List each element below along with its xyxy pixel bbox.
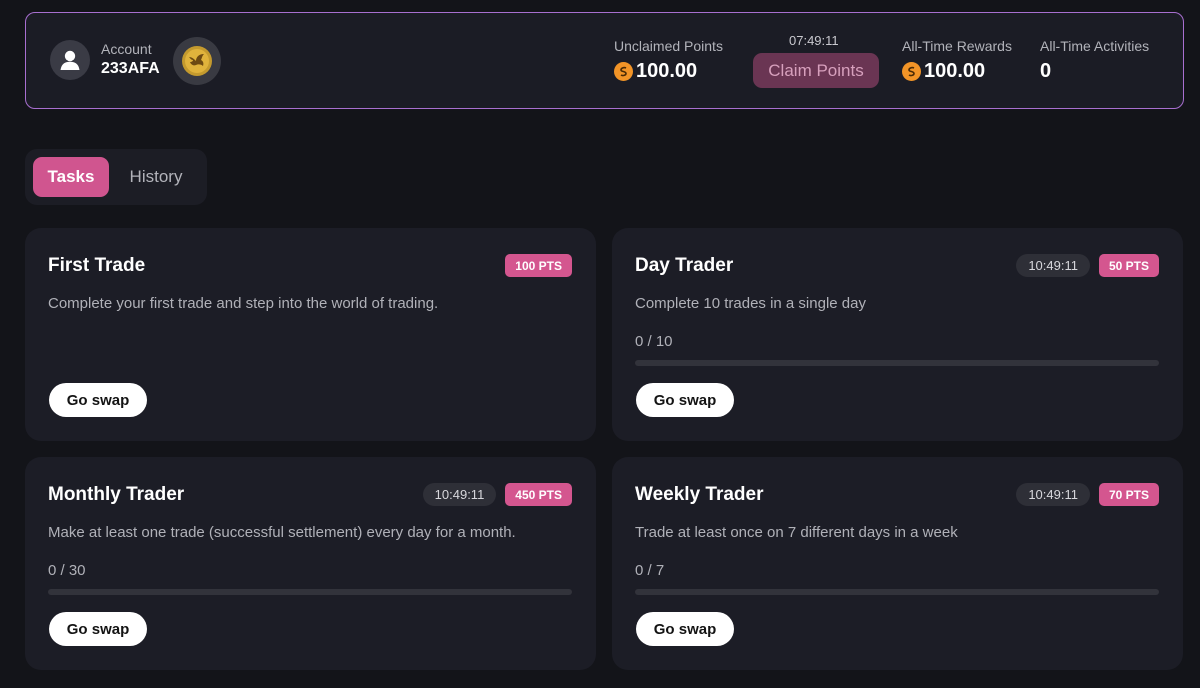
task-badges: 100 PTS — [505, 254, 572, 277]
task-title: Day Trader — [635, 255, 734, 276]
unclaimed-points-value-row: 100.00 — [614, 60, 723, 83]
points-badge: 50 PTS — [1098, 254, 1159, 277]
all-time-activities-value: 0 — [1040, 60, 1052, 82]
bird-emblem-icon — [173, 37, 221, 85]
points-coin-icon — [614, 62, 633, 81]
task-description: Trade at least once on 7 different days … — [635, 524, 958, 541]
task-timer: 10:49:11 — [422, 483, 497, 506]
task-timer: 10:49:11 — [1016, 483, 1090, 506]
account-label: Account — [101, 41, 152, 57]
account-id: 233AFA — [101, 60, 160, 77]
go-swap-button[interactable]: Go swap — [49, 383, 147, 417]
claim-points-button[interactable]: Claim Points — [753, 53, 879, 88]
unclaimed-points-label: Unclaimed Points — [614, 38, 723, 54]
all-time-rewards-label: All-Time Rewards — [902, 38, 1012, 54]
task-title: Monthly Trader — [48, 484, 185, 505]
points-badge: 450 PTS — [505, 483, 572, 506]
tab-bar: Tasks History — [25, 149, 207, 205]
claim-countdown: 07:49:11 — [789, 33, 839, 48]
task-card-day-trader: Day Trader 10:49:11 50 PTS Complete 10 t… — [612, 228, 1183, 441]
progress-text: 0 / 10 — [635, 333, 673, 350]
task-card-first-trade: First Trade 100 PTS Complete your first … — [25, 228, 596, 441]
go-swap-button[interactable]: Go swap — [49, 612, 147, 646]
points-badge: 100 PTS — [505, 254, 572, 277]
progress-bar — [635, 360, 1159, 366]
task-title: Weekly Trader — [635, 484, 764, 505]
user-icon — [50, 40, 90, 80]
go-swap-button[interactable]: Go swap — [636, 612, 734, 646]
unclaimed-points-stat: Unclaimed Points 100.00 — [614, 38, 723, 83]
task-badges: 10:49:11 70 PTS — [1016, 483, 1159, 506]
tab-history[interactable]: History — [117, 157, 195, 197]
task-title: First Trade — [48, 255, 146, 276]
task-description: Complete your first trade and step into … — [48, 295, 439, 312]
all-time-rewards-stat: All-Time Rewards 100.00 — [902, 38, 1012, 83]
all-time-activities-stat: All-Time Activities 0 — [1040, 38, 1149, 83]
progress-text: 0 / 7 — [635, 562, 665, 579]
task-description: Complete 10 trades in a single day — [635, 295, 866, 312]
go-swap-button[interactable]: Go swap — [636, 383, 734, 417]
points-coin-icon — [902, 62, 921, 81]
task-timer: 10:49:11 — [1016, 254, 1090, 277]
account-summary-card: Account 233AFA Unclaimed Points 100.00 0… — [25, 12, 1184, 109]
progress-bar — [48, 589, 572, 595]
all-time-activities-label: All-Time Activities — [1040, 38, 1150, 54]
tab-tasks[interactable]: Tasks — [33, 157, 109, 197]
progress-bar — [635, 589, 1159, 595]
task-card-weekly-trader: Weekly Trader 10:49:11 70 PTS Trade at l… — [612, 457, 1183, 670]
progress-text: 0 / 30 — [48, 562, 86, 579]
task-card-monthly-trader: Monthly Trader 10:49:11 450 PTS Make at … — [25, 457, 596, 670]
task-description: Make at least one trade (successful sett… — [48, 524, 516, 541]
all-time-rewards-value-row: 100.00 — [902, 60, 1012, 83]
task-badges: 10:49:11 450 PTS — [422, 483, 572, 506]
unclaimed-points-value: 100.00 — [636, 60, 698, 82]
rewards-page: Account 233AFA Unclaimed Points 100.00 0… — [0, 0, 1200, 688]
points-badge: 70 PTS — [1098, 483, 1159, 506]
task-badges: 10:49:11 50 PTS — [1016, 254, 1159, 277]
all-time-rewards-value: 100.00 — [924, 60, 986, 82]
